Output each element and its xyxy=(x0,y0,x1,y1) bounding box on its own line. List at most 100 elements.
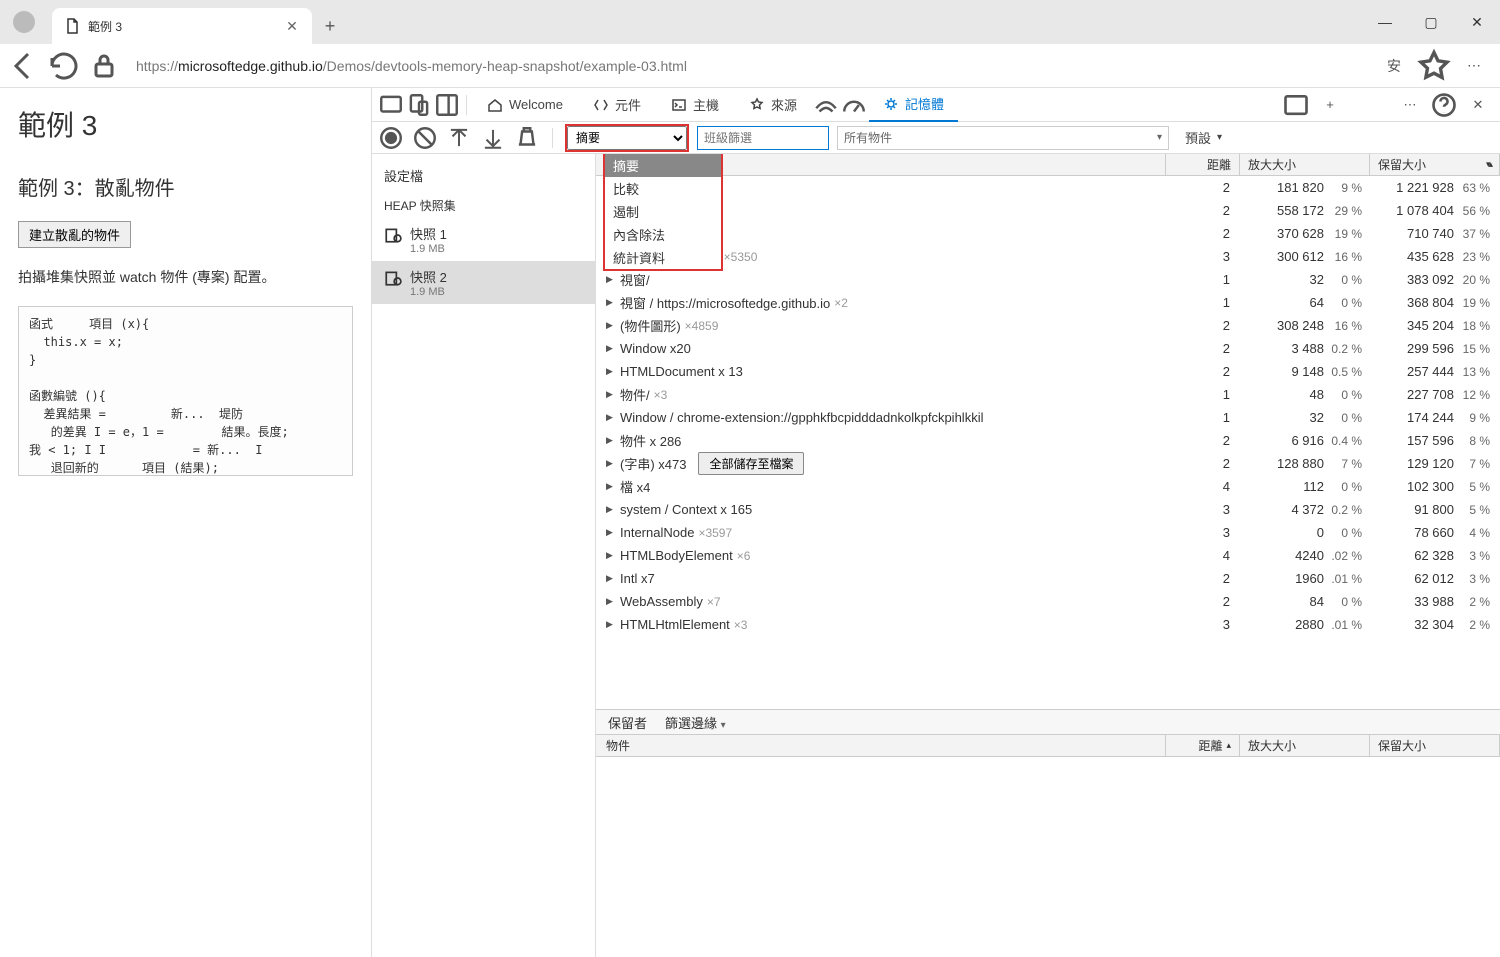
table-row[interactable]: ▶Intl x721960.01 %62 0123 % xyxy=(596,567,1500,590)
table-row[interactable]: 2558 17229 %1 078 40456 % xyxy=(596,199,1500,222)
browser-tab[interactable]: 範例 3 ✕ xyxy=(52,8,312,44)
create-objects-button[interactable]: 建立散亂的物件 xyxy=(18,221,131,248)
tab-elements[interactable]: 元件 xyxy=(579,88,655,122)
tab-performance-icon[interactable] xyxy=(841,92,867,118)
table-row[interactable]: ▶HTMLBodyElement ×644240.02 %62 3283 % xyxy=(596,544,1500,567)
url-field[interactable]: https://microsoftedge.github.io/Demos/de… xyxy=(128,58,1368,74)
retainers-bar: 保留者 篩選邊緣 ▾ xyxy=(596,709,1500,735)
snapshot-icon xyxy=(384,269,402,287)
more-tools-button[interactable]: ⋯ xyxy=(1396,91,1424,119)
site-info-button[interactable] xyxy=(88,50,120,82)
dropdown-option[interactable]: 統計資料 xyxy=(605,246,721,269)
back-button[interactable] xyxy=(8,50,40,82)
snapshot-item[interactable]: 快照 21.9 MB xyxy=(372,261,595,304)
view-dropdown-menu: 摘要 比較 遏制 內含除法 統計資料 xyxy=(603,154,723,271)
heap-view: 摘要 比較 遏制 內含除法 統計資料 距離 放大大小 保留大小▾▴ 2181 8… xyxy=(596,154,1500,957)
table-row[interactable]: ▶InternalNode ×3597300 %78 6604 % xyxy=(596,521,1500,544)
download-button[interactable] xyxy=(480,125,506,151)
url-text: https://microsoftedge.github.io/Demos/de… xyxy=(136,58,687,74)
save-all-button[interactable]: 全部儲存至檔案 xyxy=(698,452,804,475)
profile-button[interactable] xyxy=(0,0,48,44)
snapshot-icon xyxy=(384,226,402,244)
dropdown-option[interactable]: 比較 xyxy=(605,177,721,200)
table-row[interactable]: ▶(編譯的程式代碼) ×53503300 61216 %435 62823 % xyxy=(596,245,1500,268)
col-distance[interactable]: 距離 ▴ xyxy=(1166,735,1240,756)
snapshot-item[interactable]: 快照 11.9 MB xyxy=(372,218,595,261)
inspect-button[interactable] xyxy=(378,92,404,118)
table-row[interactable]: ▶(字串) x473全部儲存至檔案2128 8807 %129 1207 % xyxy=(596,452,1500,475)
address-bar: https://microsoftedge.github.io/Demos/de… xyxy=(0,44,1500,88)
table-row[interactable]: 2370 62819 %710 74037 % xyxy=(596,222,1500,245)
col-distance[interactable]: 距離 xyxy=(1166,154,1240,175)
tab-close-button[interactable]: ✕ xyxy=(284,18,300,34)
refresh-button[interactable] xyxy=(48,50,80,82)
profiles-sidebar: 設定檔 HEAP 快照集 快照 11.9 MB 快照 21.9 MB xyxy=(372,154,596,957)
col-retained[interactable]: 保留大小 xyxy=(1370,735,1500,756)
default-dropdown[interactable]: 預設▾ xyxy=(1177,128,1230,147)
tab-sources[interactable]: 來源 xyxy=(735,88,811,122)
table-row[interactable]: ▶Window / chrome-extension://gpphkfbcpid… xyxy=(596,406,1500,429)
tab-title: 範例 3 xyxy=(88,18,276,35)
clear-button[interactable] xyxy=(412,125,438,151)
profiles-header: 設定檔 xyxy=(372,162,595,193)
help-button[interactable] xyxy=(1430,91,1458,119)
heap-columns: 距離 放大大小 保留大小▾▴ xyxy=(596,154,1500,176)
class-filter-input[interactable] xyxy=(697,126,829,150)
tab-memory[interactable]: 記憶體 xyxy=(869,88,958,122)
retain-body xyxy=(596,757,1500,957)
minimize-button[interactable]: — xyxy=(1362,0,1408,44)
favorites-button[interactable] xyxy=(1416,50,1452,82)
view-select-wrapper: 摘要 xyxy=(565,124,689,152)
record-button[interactable] xyxy=(378,125,404,151)
profiles-group: HEAP 快照集 xyxy=(372,193,595,218)
table-row[interactable]: ▶物件 x 28626 9160.4 %157 5968 % xyxy=(596,429,1500,452)
table-row[interactable]: ▶WebAssembly ×72840 %33 9882 % xyxy=(596,590,1500,613)
table-row[interactable]: ▶物件/ ×31480 %227 70812 % xyxy=(596,383,1500,406)
table-row[interactable]: ▶檔 x441120 %102 3005 % xyxy=(596,475,1500,498)
table-row[interactable]: ▶HTMLDocument x 1329 1480.5 %257 44413 % xyxy=(596,360,1500,383)
close-window-button[interactable]: ✕ xyxy=(1454,0,1500,44)
reader-mode-button[interactable]: 安 xyxy=(1376,50,1412,82)
avatar-icon xyxy=(13,11,35,33)
maximize-button[interactable]: ▢ xyxy=(1408,0,1454,44)
table-row[interactable]: ▶視窗/1320 %383 09220 % xyxy=(596,268,1500,291)
retain-columns: 物件 距離 ▴ 放大大小 保留大小 xyxy=(596,735,1500,757)
object-filter-select[interactable]: 所有物件 xyxy=(837,126,1169,150)
table-row[interactable]: ▶(物件圖形) ×48592308 24816 %345 20418 % xyxy=(596,314,1500,337)
tab-console[interactable]: 主機 xyxy=(657,88,733,122)
col-shallow[interactable]: 放大大小 xyxy=(1240,735,1370,756)
table-row[interactable]: 2181 8209 %1 221 92863 % xyxy=(596,176,1500,199)
dropdown-option[interactable]: 內含除法 xyxy=(605,223,721,246)
table-row[interactable]: ▶HTMLHtmlElement ×332880.01 %32 3042 % xyxy=(596,613,1500,636)
code-display[interactable]: 函式 項目 (x){ this.x = x; } 函數編號 (){ 差異結果 =… xyxy=(18,306,353,476)
panel-toggle[interactable] xyxy=(1282,91,1310,119)
retainers-filter[interactable]: 篩選邊緣 ▾ xyxy=(665,713,726,732)
view-select[interactable]: 摘要 xyxy=(567,126,687,150)
col-object[interactable]: 物件 xyxy=(596,735,1166,756)
dropdown-option[interactable]: 摘要 xyxy=(605,154,721,177)
table-row[interactable]: ▶Window x2023 4880.2 %299 59615 % xyxy=(596,337,1500,360)
file-icon xyxy=(64,18,80,34)
gc-button[interactable] xyxy=(514,125,540,151)
table-row[interactable]: ▶視窗 / https://microsoftedge.github.io ×2… xyxy=(596,291,1500,314)
dropdown-option[interactable]: 遏制 xyxy=(605,200,721,223)
upload-button[interactable] xyxy=(446,125,472,151)
page-subtitle: 範例 3：散亂物件 xyxy=(18,172,353,201)
page-title: 範例 3 xyxy=(18,104,353,144)
close-devtools-button[interactable]: ✕ xyxy=(1464,91,1492,119)
col-retained[interactable]: 保留大小▾▴ xyxy=(1370,154,1500,175)
instruction-text: 拍攝堆集快照並 watch 物件 (專案) 配置。 xyxy=(18,266,353,288)
menu-button[interactable]: ⋯ xyxy=(1456,50,1492,82)
dock-button[interactable] xyxy=(434,92,460,118)
device-toggle-button[interactable] xyxy=(406,92,432,118)
tab-network-icon[interactable] xyxy=(813,92,839,118)
devtools-tabs: Welcome 元件 主機 來源 記憶體 + ⋯ ✕ xyxy=(372,88,1500,122)
memory-toolbar: 摘要 所有物件 預設▾ xyxy=(372,122,1500,154)
retainers-label: 保留者 xyxy=(608,713,647,732)
new-tab-button[interactable]: + xyxy=(312,8,348,44)
col-shallow[interactable]: 放大大小 xyxy=(1240,154,1370,175)
heap-rows[interactable]: 2181 8209 %1 221 92863 %2558 17229 %1 07… xyxy=(596,176,1500,709)
table-row[interactable]: ▶system / Context x 16534 3720.2 %91 800… xyxy=(596,498,1500,521)
tab-welcome[interactable]: Welcome xyxy=(473,88,577,122)
add-tab-button[interactable]: + xyxy=(1316,91,1344,119)
